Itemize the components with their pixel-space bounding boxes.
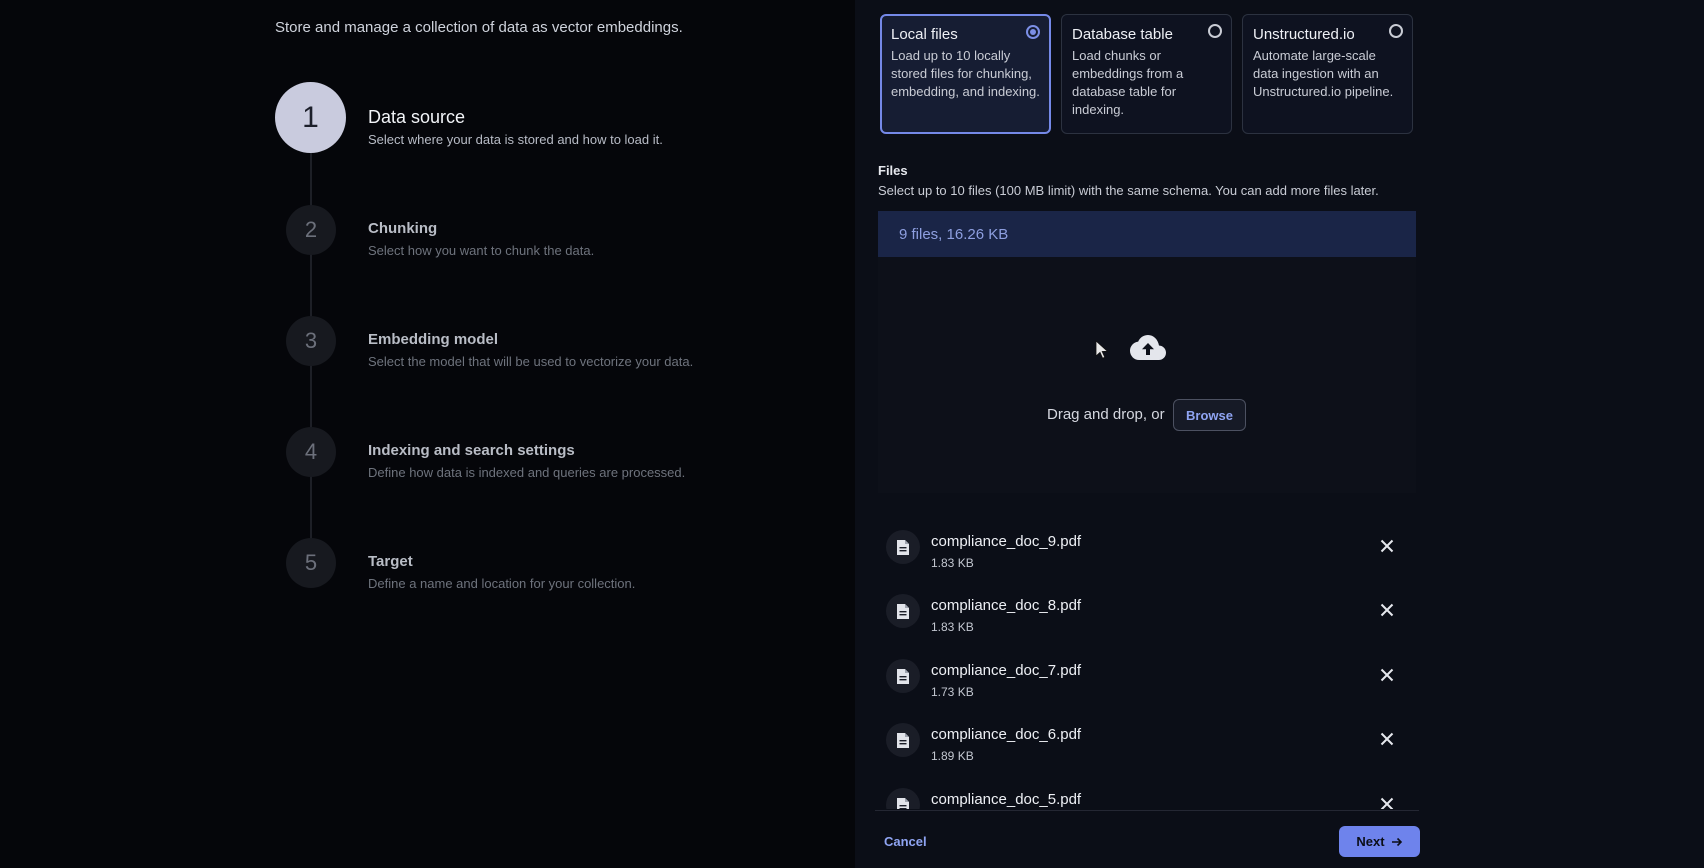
option-local-files[interactable]: Local files Load up to 10 locally stored… [880, 14, 1051, 134]
file-dropzone[interactable] [878, 257, 1416, 493]
drag-drop-text: Drag and drop, or [1047, 406, 1165, 423]
option-database-table[interactable]: Database table Load chunks or embeddings… [1061, 14, 1232, 134]
option-title: Database table [1072, 26, 1173, 43]
mouse-cursor-icon [1095, 340, 1109, 359]
step-number: 5 [286, 538, 336, 588]
step-description: Select how you want to chunk the data. [368, 243, 595, 258]
radio-database-table[interactable] [1208, 24, 1222, 38]
file-size: 1.89 KB [931, 749, 974, 763]
close-icon[interactable] [1380, 668, 1394, 682]
step-description: Define a name and location for your coll… [368, 576, 636, 591]
step-description: Define how data is indexed and queries a… [368, 465, 686, 480]
step-title: Embedding model [368, 331, 499, 348]
file-size: 1.83 KB [931, 620, 974, 634]
file-list-item: compliance_doc_6.pdf 1.89 KB [878, 715, 1416, 775]
option-description: Load up to 10 locally stored files for c… [891, 48, 1040, 99]
document-icon [886, 530, 920, 564]
files-help-text: Select up to 10 files (100 MB limit) wit… [878, 183, 1379, 198]
file-name: compliance_doc_5.pdf [931, 791, 1082, 808]
cancel-button[interactable]: Cancel [884, 834, 927, 849]
step-description: Select where your data is stored and how… [368, 132, 663, 147]
step-connector [310, 475, 312, 540]
document-icon [886, 788, 920, 809]
close-icon[interactable] [1380, 539, 1394, 553]
document-icon [886, 723, 920, 757]
option-title: Unstructured.io [1253, 26, 1355, 43]
step-title: Target [368, 553, 413, 570]
page-description: Store and manage a collection of data as… [275, 19, 683, 36]
file-name: compliance_doc_6.pdf [931, 726, 1082, 743]
option-description: Automate large-scale data ingestion with… [1253, 48, 1394, 99]
document-icon [886, 659, 920, 693]
step-title: Data source [368, 107, 466, 127]
wizard-steps-panel: Store and manage a collection of data as… [0, 0, 855, 868]
footer-divider [875, 810, 1419, 811]
close-icon[interactable] [1380, 603, 1394, 617]
option-title: Local files [891, 26, 958, 43]
files-label: Files [878, 163, 908, 178]
next-button-label: Next [1356, 834, 1385, 849]
step-title: Chunking [368, 220, 438, 237]
option-unstructured-io[interactable]: Unstructured.io Automate large-scale dat… [1242, 14, 1413, 134]
step-number: 1 [275, 82, 346, 153]
file-name: compliance_doc_9.pdf [931, 533, 1082, 550]
file-list-item: compliance_doc_9.pdf 1.83 KB [878, 522, 1416, 582]
file-name: compliance_doc_8.pdf [931, 597, 1082, 614]
close-icon[interactable] [1380, 797, 1394, 809]
step-number: 2 [286, 205, 336, 255]
file-list-item: compliance_doc_8.pdf 1.83 KB [878, 586, 1416, 646]
file-name: compliance_doc_7.pdf [931, 662, 1082, 679]
arrow-right-icon [1391, 837, 1402, 846]
step-connector [310, 253, 312, 318]
step-number: 4 [286, 427, 336, 477]
file-list-item: compliance_doc_7.pdf 1.73 KB [878, 651, 1416, 711]
radio-local-files[interactable] [1026, 25, 1040, 39]
step-description: Select the model that will be used to ve… [368, 354, 694, 369]
step-connector [310, 364, 312, 429]
cloud-upload-icon [1130, 335, 1166, 360]
files-summary[interactable]: 9 files, 16.26 KB [878, 211, 1416, 257]
browse-button[interactable]: Browse [1173, 399, 1246, 431]
document-icon [886, 594, 920, 628]
next-button[interactable]: Next [1339, 826, 1420, 857]
radio-unstructured-io[interactable] [1389, 24, 1403, 38]
step-number: 3 [286, 316, 336, 366]
file-size: 1.73 KB [931, 685, 974, 699]
file-list: compliance_doc_9.pdf 1.83 KB compliance_… [878, 512, 1416, 809]
file-list-item: compliance_doc_5.pdf [878, 780, 1416, 809]
step-title: Indexing and search settings [368, 442, 575, 459]
close-icon[interactable] [1380, 732, 1394, 746]
file-size: 1.83 KB [931, 556, 974, 570]
option-description: Load chunks or embeddings from a databas… [1072, 48, 1184, 117]
